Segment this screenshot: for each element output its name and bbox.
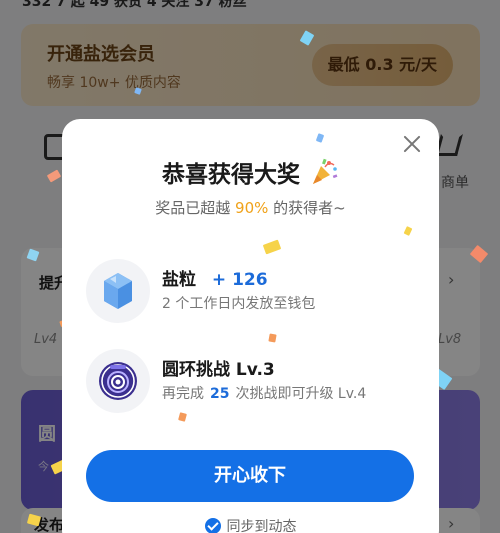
confetti: [315, 133, 325, 143]
subtitle-prefix: 奖品已超越: [155, 199, 231, 217]
accept-reward-button[interactable]: 开心收下: [86, 450, 414, 502]
prize-desc-prefix: 再完成: [162, 386, 204, 402]
confetti: [403, 226, 413, 236]
modal-title: 恭喜获得大奖: [161, 162, 300, 188]
sync-label: 同步到动态: [226, 519, 297, 533]
confetti: [178, 412, 187, 422]
confetti: [262, 239, 282, 255]
modal-title-row: 恭喜获得大奖: [62, 155, 439, 189]
prize-salt: 盐粒 + 126 2 个工作日内发放至钱包: [86, 259, 416, 325]
confetti: [268, 333, 277, 343]
party-popper-icon: [313, 158, 338, 184]
prize-name: 盐粒 + 126: [162, 265, 268, 290]
close-icon[interactable]: [401, 133, 423, 155]
prize-desc-suffix: 次挑战即可升级 Lv.4: [235, 386, 367, 402]
prize-desc: 再完成 25 次挑战即可升级 Lv.4: [162, 383, 366, 403]
subtitle-percent: 90%: [235, 199, 269, 217]
checkbox-checked-icon[interactable]: [204, 518, 221, 533]
prize-name-text: 盐粒: [162, 270, 196, 290]
subtitle-suffix: 的获得者~: [273, 199, 346, 217]
modal-subtitle: 奖品已超越 90% 的获得者~: [62, 197, 439, 218]
prize-ring-challenge: 圆环挑战 Lv.3 再完成 25 次挑战即可升级 Lv.4: [86, 349, 416, 415]
ring-challenge-badge-icon: [86, 349, 150, 413]
salt-crystal-icon: [86, 259, 150, 323]
prize-desc-num: 25: [210, 386, 230, 402]
prize-amount: + 126: [211, 270, 268, 290]
prize-name: 圆环挑战 Lv.3: [162, 360, 275, 380]
prize-desc: 2 个工作日内发放至钱包: [162, 296, 316, 312]
reward-modal: 恭喜获得大奖 奖品已超越 90% 的获得者~ 盐粒 + 126 2 个工作日内发…: [62, 119, 439, 533]
sync-to-feed-toggle[interactable]: 同步到动态: [62, 516, 439, 533]
